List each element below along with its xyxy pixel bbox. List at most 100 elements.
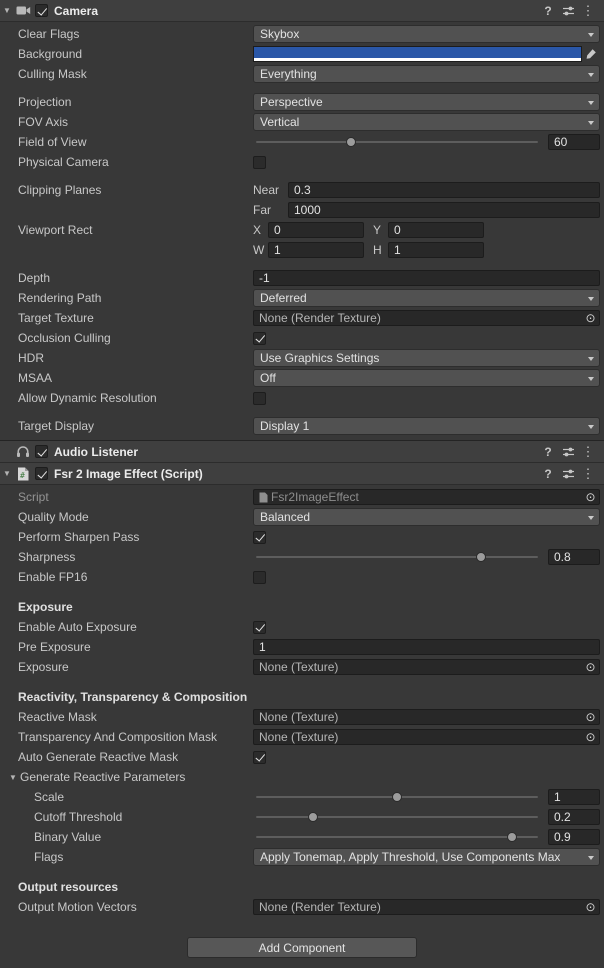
hdr-dropdown[interactable]: Use Graphics Settings (253, 349, 600, 367)
audio-listener-enabled-checkbox[interactable] (35, 445, 48, 458)
enable-fp16-checkbox[interactable] (253, 571, 266, 584)
kebab-menu-icon[interactable]: ⋮ (578, 1, 598, 21)
depth-label: Depth (18, 271, 253, 285)
physical-camera-checkbox[interactable] (253, 156, 266, 169)
script-object-field: Fsr2ImageEffect ⊙ (253, 489, 600, 505)
flags-dropdown[interactable]: Apply Tonemap, Apply Threshold, Use Comp… (253, 848, 600, 866)
binary-value-slider[interactable] (253, 828, 541, 846)
viewport-w-input[interactable]: 1 (268, 242, 364, 258)
slider-thumb[interactable] (392, 792, 402, 802)
enable-auto-exposure-checkbox[interactable] (253, 621, 266, 634)
object-picker-icon[interactable]: ⊙ (583, 660, 598, 674)
far-input[interactable]: 1000 (288, 202, 600, 218)
target-texture-object-field[interactable]: None (Render Texture) ⊙ (253, 310, 600, 326)
exposure-object-field[interactable]: None (Texture) ⊙ (253, 659, 600, 675)
perform-sharpen-pass-checkbox[interactable] (253, 531, 266, 544)
cutoff-threshold-input[interactable]: 0.2 (548, 809, 600, 825)
field-of-view-slider[interactable] (253, 133, 541, 151)
allow-dynamic-resolution-checkbox[interactable] (253, 392, 266, 405)
projection-dropdown[interactable]: Perspective (253, 93, 600, 111)
binary-value-input[interactable]: 0.9 (548, 829, 600, 845)
presets-icon[interactable] (558, 1, 578, 21)
fsr2-enabled-checkbox[interactable] (35, 467, 48, 480)
perform-sharpen-pass-row: Perform Sharpen Pass (0, 527, 604, 547)
slider-track[interactable] (256, 141, 538, 143)
auto-generate-reactive-mask-checkbox[interactable] (253, 751, 266, 764)
clipping-planes-near-row: Clipping Planes Near 0.3 (0, 180, 604, 200)
help-icon[interactable]: ? (538, 464, 558, 484)
camera-component-body: Clear Flags Skybox Background Culling Ma… (0, 22, 604, 440)
eyedropper-icon[interactable] (582, 46, 600, 62)
near-input[interactable]: 0.3 (288, 182, 600, 198)
object-picker-icon[interactable]: ⊙ (583, 490, 598, 504)
sharpness-slider[interactable] (253, 548, 541, 566)
culling-mask-dropdown[interactable]: Everything (253, 65, 600, 83)
slider-thumb[interactable] (308, 812, 318, 822)
pre-exposure-input[interactable]: 1 (253, 639, 600, 655)
sharpness-input[interactable]: 0.8 (548, 549, 600, 565)
depth-input[interactable]: -1 (253, 270, 600, 286)
slider-thumb[interactable] (476, 552, 486, 562)
msaa-label: MSAA (18, 371, 253, 385)
field-of-view-input[interactable]: 60 (548, 134, 600, 150)
object-picker-icon[interactable]: ⊙ (583, 730, 598, 744)
scale-input[interactable]: 1 (548, 789, 600, 805)
transparency-mask-object-field[interactable]: None (Texture) ⊙ (253, 729, 600, 745)
clear-flags-dropdown[interactable]: Skybox (253, 25, 600, 43)
viewport-x-input[interactable]: 0 (268, 222, 364, 238)
fsr2-component-header[interactable]: ▼ # Fsr 2 Image Effect (Script) ? ⋮ (0, 463, 604, 485)
cutoff-threshold-slider[interactable] (253, 808, 541, 826)
viewport-y-input[interactable]: 0 (388, 222, 484, 238)
slider-thumb[interactable] (346, 137, 356, 147)
target-display-row: Target Display Display 1 (0, 416, 604, 436)
output-motion-vectors-object-field[interactable]: None (Render Texture) ⊙ (253, 899, 600, 915)
fsr2-title: Fsr 2 Image Effect (Script) (54, 467, 538, 481)
slider-thumb[interactable] (507, 832, 517, 842)
object-picker-icon[interactable]: ⊙ (583, 900, 598, 914)
transparency-mask-value: None (Texture) (259, 730, 338, 744)
slider-track[interactable] (256, 556, 538, 558)
clear-flags-row: Clear Flags Skybox (0, 24, 604, 44)
exposure-section-row: Exposure (0, 597, 604, 617)
unity-inspector: ▼ Camera ? ⋮ Clear Flags Skybox Backgrou… (0, 0, 604, 968)
physical-camera-row: Physical Camera (0, 152, 604, 172)
presets-icon[interactable] (558, 442, 578, 462)
presets-icon[interactable] (558, 464, 578, 484)
camera-component-header[interactable]: ▼ Camera ? ⋮ (0, 0, 604, 22)
help-icon[interactable]: ? (538, 1, 558, 21)
camera-enabled-checkbox[interactable] (35, 4, 48, 17)
pre-exposure-row: Pre Exposure 1 (0, 637, 604, 657)
reactive-mask-object-field[interactable]: None (Texture) ⊙ (253, 709, 600, 725)
target-display-dropdown[interactable]: Display 1 (253, 417, 600, 435)
fsr2-foldout-icon[interactable]: ▼ (0, 469, 14, 478)
kebab-menu-icon[interactable]: ⋮ (578, 464, 598, 484)
viewport-rect-label: Viewport Rect (18, 223, 253, 237)
background-color-field[interactable] (253, 46, 582, 62)
camera-foldout-icon[interactable]: ▼ (0, 6, 14, 15)
output-motion-vectors-value: None (Render Texture) (259, 900, 381, 914)
generate-reactive-parameters-row[interactable]: ▼ Generate Reactive Parameters (0, 767, 604, 787)
viewport-h-input[interactable]: 1 (388, 242, 484, 258)
scale-slider[interactable] (253, 788, 541, 806)
occlusion-culling-checkbox[interactable] (253, 332, 266, 345)
foldout-open-icon[interactable]: ▼ (6, 773, 20, 782)
camera-header-buttons: ? ⋮ (538, 1, 604, 21)
rendering-path-row: Rendering Path Deferred (0, 288, 604, 308)
fov-axis-dropdown[interactable]: Vertical (253, 113, 600, 131)
rendering-path-dropdown[interactable]: Deferred (253, 289, 600, 307)
field-of-view-row: Field of View 60 (0, 132, 604, 152)
slider-track[interactable] (256, 816, 538, 818)
object-picker-icon[interactable]: ⊙ (583, 311, 598, 325)
msaa-value: Off (260, 371, 276, 385)
slider-track[interactable] (256, 836, 538, 838)
add-component-button[interactable]: Add Component (187, 937, 417, 958)
help-icon[interactable]: ? (538, 442, 558, 462)
cutoff-threshold-row: Cutoff Threshold 0.2 (0, 807, 604, 827)
quality-mode-dropdown[interactable]: Balanced (253, 508, 600, 526)
kebab-menu-icon[interactable]: ⋮ (578, 442, 598, 462)
auto-generate-reactive-mask-row: Auto Generate Reactive Mask (0, 747, 604, 767)
far-label: Far (253, 203, 283, 217)
object-picker-icon[interactable]: ⊙ (583, 710, 598, 724)
audio-listener-header[interactable]: Audio Listener ? ⋮ (0, 441, 604, 463)
msaa-dropdown[interactable]: Off (253, 369, 600, 387)
